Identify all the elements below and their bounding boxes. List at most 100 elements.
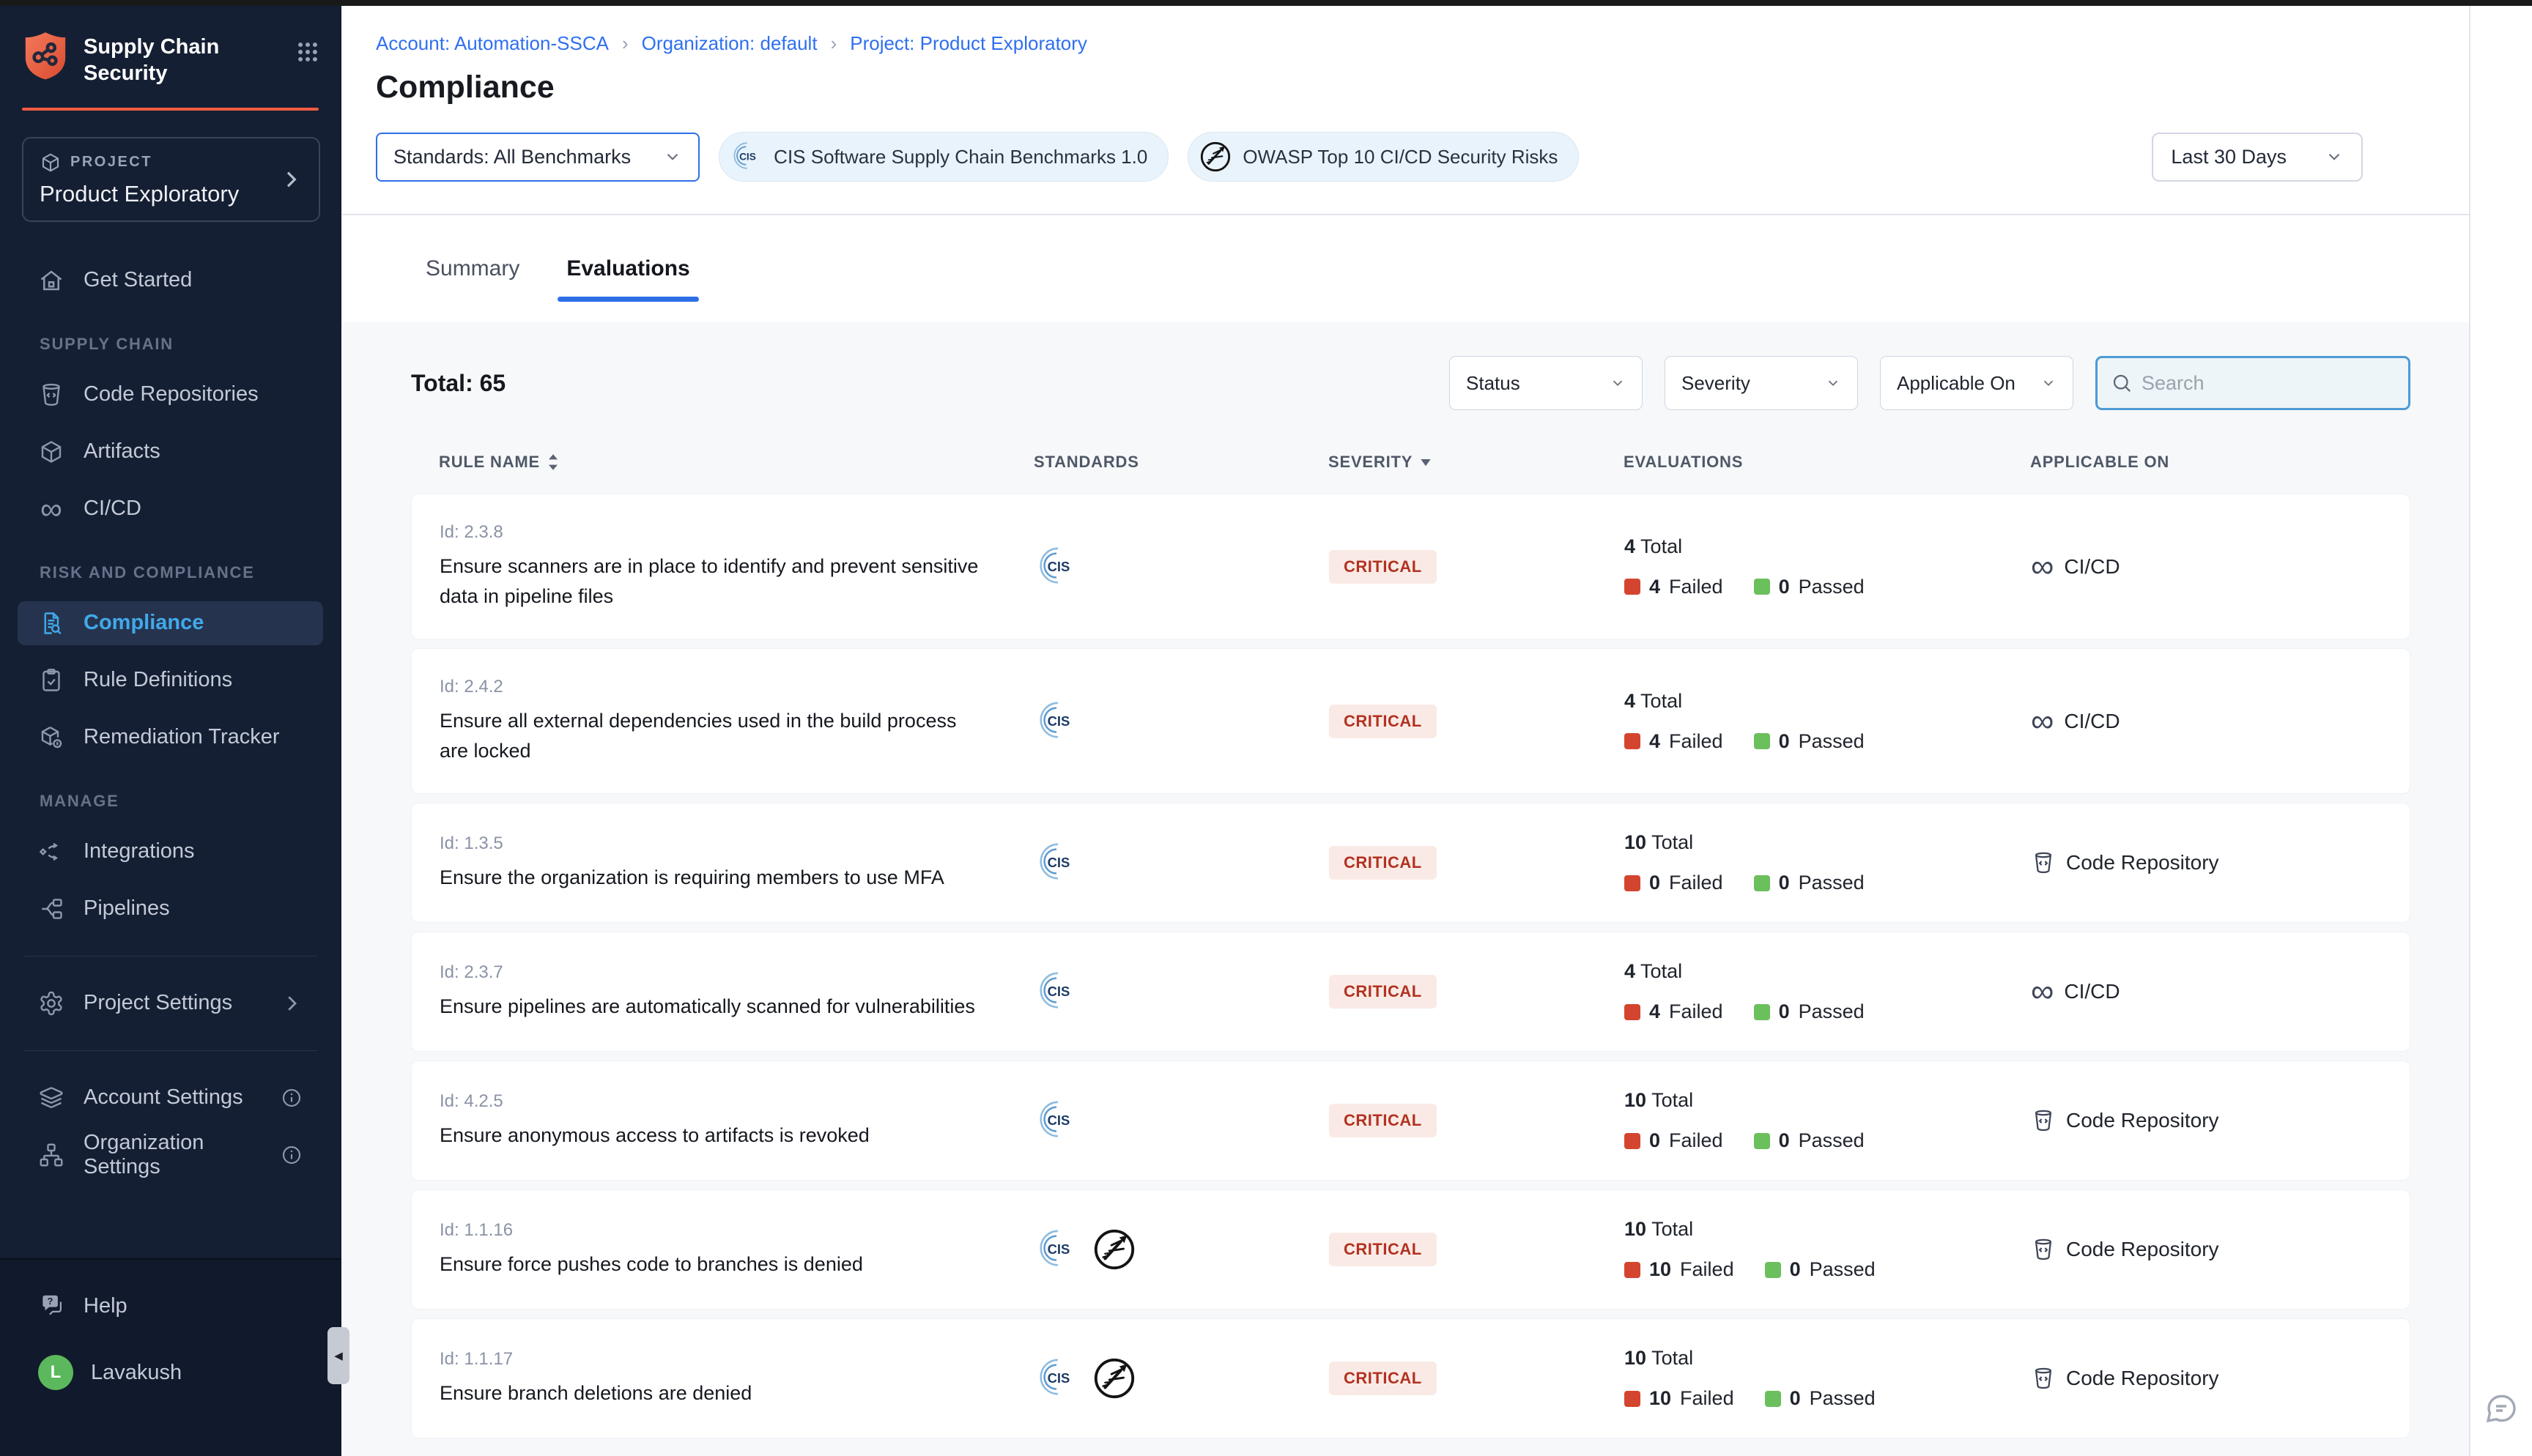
sidebar-item-get-started[interactable]: Get Started	[18, 259, 323, 302]
passed-indicator-icon	[1765, 1262, 1781, 1278]
table-row[interactable]: Id: 4.2.5 Ensure anonymous access to art…	[411, 1061, 2410, 1181]
main-content: Account: Automation-SSCA › Organization:…	[342, 6, 2469, 1456]
chevron-down-icon	[2040, 375, 2057, 391]
rule-name-cell: Id: 1.1.16 Ensure force pushes code to b…	[440, 1220, 1034, 1279]
sidebar-footer: ? Help L Lavakush	[0, 1258, 341, 1456]
sidebar-item-integrations[interactable]: Integrations	[18, 830, 323, 874]
date-range-dropdown[interactable]: Last 30 Days	[2152, 133, 2363, 182]
severity-badge: CRITICAL	[1329, 1362, 1437, 1395]
apps-grid-icon[interactable]	[295, 31, 320, 64]
total-count: Total: 65	[411, 370, 506, 397]
code-repository-icon	[2031, 1237, 2056, 1262]
eval-failed-count: 4	[1649, 576, 1660, 598]
help-button[interactable]: ? Help	[38, 1292, 303, 1320]
cis-logo-icon: CIS	[730, 140, 763, 174]
svg-text:CIS: CIS	[1048, 855, 1070, 870]
failed-indicator-icon	[1624, 1004, 1640, 1020]
sidebar-item-artifacts[interactable]: Artifacts	[18, 430, 323, 474]
search-input[interactable]	[2142, 372, 2395, 395]
tab-evaluations[interactable]: Evaluations	[566, 215, 689, 322]
sidebar-item-pipelines[interactable]: Pipelines	[18, 887, 323, 931]
support-chat-icon[interactable]	[2484, 1389, 2519, 1424]
eval-passed-count: 0	[1779, 1000, 1790, 1023]
sidebar-item-project-settings[interactable]: Project Settings	[18, 981, 323, 1025]
breadcrumb-account-link[interactable]: Account: Automation-SSCA	[376, 32, 609, 55]
info-icon[interactable]	[281, 1087, 303, 1109]
sidebar-item-cicd[interactable]: ∞ CI/CD	[18, 487, 323, 531]
applicable-on-filter-dropdown[interactable]: Applicable On	[1880, 356, 2073, 410]
sidebar-item-organization-settings[interactable]: Organization Settings	[18, 1133, 323, 1177]
eval-failed-count: 4	[1649, 1000, 1660, 1023]
table-row[interactable]: Id: 1.3.5 Ensure the organization is req…	[411, 803, 2410, 923]
section-header-risk-compliance: RISK AND COMPLIANCE	[40, 563, 323, 582]
column-header-severity[interactable]: SEVERITY	[1328, 453, 1624, 472]
tab-summary[interactable]: Summary	[426, 215, 519, 322]
standards-dropdown[interactable]: Standards: All Benchmarks	[376, 133, 700, 182]
code-repository-icon	[2031, 1108, 2056, 1133]
table-row[interactable]: Id: 2.3.8 Ensure scanners are in place t…	[411, 494, 2410, 639]
rule-name: Ensure force pushes code to branches is …	[440, 1249, 985, 1279]
sort-desc-icon[interactable]	[1420, 458, 1432, 467]
eval-total-count: 4	[1624, 960, 1635, 982]
column-header-evaluations: EVALUATIONS	[1624, 453, 2030, 472]
applicable-on-label: Code Repository	[2066, 851, 2219, 874]
package-icon	[40, 152, 62, 174]
applicable-on-cell: ∞ CI/CD	[2031, 551, 2410, 583]
code-repository-icon	[2031, 850, 2056, 875]
owasp-standard-icon	[1092, 1356, 1137, 1401]
search-icon	[2111, 372, 2133, 394]
breadcrumb-project-link[interactable]: Project: Product Exploratory	[850, 32, 1087, 55]
tabs: Summary Evaluations	[342, 215, 2469, 322]
passed-indicator-icon	[1754, 733, 1770, 749]
passed-indicator-icon	[1754, 579, 1770, 595]
rule-name-cell: Id: 4.2.5 Ensure anonymous access to art…	[440, 1091, 1034, 1151]
svg-text:?: ?	[48, 1296, 53, 1307]
sort-both-icon[interactable]	[547, 453, 559, 471]
section-header-manage: MANAGE	[40, 792, 323, 811]
evaluations-cell: 10 Total 0 Failed 0 Passed	[1624, 1089, 2031, 1152]
eval-total-count: 4	[1624, 690, 1635, 712]
table-row[interactable]: Id: 2.4.2 Ensure all external dependenci…	[411, 648, 2410, 794]
cis-standard-icon: CIS	[1034, 544, 1080, 590]
sidebar-divider	[23, 1050, 317, 1051]
rule-name-cell: Id: 2.3.7 Ensure pipelines are automatic…	[440, 962, 1034, 1022]
rule-name: Ensure anonymous access to artifacts is …	[440, 1121, 985, 1151]
sidebar-collapse-handle[interactable]: ◀	[327, 1327, 349, 1384]
status-filter-dropdown[interactable]: Status	[1449, 356, 1643, 410]
chevron-right-icon	[281, 992, 303, 1014]
eval-total-count: 10	[1624, 1347, 1646, 1369]
rule-name: Ensure scanners are in place to identify…	[440, 551, 985, 611]
project-switcher[interactable]: PROJECT Product Exploratory	[22, 137, 320, 222]
severity-filter-dropdown[interactable]: Severity	[1665, 356, 1858, 410]
sidebar-item-compliance[interactable]: Compliance	[18, 601, 323, 645]
svg-text:CIS: CIS	[1048, 1241, 1070, 1257]
cis-benchmark-chip[interactable]: CIS CIS Software Supply Chain Benchmarks…	[719, 132, 1169, 182]
applicable-on-label: CI/CD	[2064, 555, 2120, 579]
table-row[interactable]: Id: 1.1.17 Ensure branch deletions are d…	[411, 1318, 2410, 1438]
sidebar-item-code-repositories[interactable]: Code Repositories	[18, 373, 323, 417]
sidebar-item-account-settings[interactable]: Account Settings	[18, 1076, 323, 1120]
search-box[interactable]	[2095, 356, 2410, 410]
rule-id: Id: 2.3.8	[440, 522, 1034, 543]
user-menu[interactable]: L Lavakush	[38, 1355, 303, 1390]
evaluations-cell: 10 Total 10 Failed 0 Passed	[1624, 1218, 2031, 1281]
svg-text:CIS: CIS	[1048, 1370, 1070, 1386]
sidebar-item-rule-definitions[interactable]: Rule Definitions	[18, 658, 323, 702]
app-logo-row: Supply Chain Security	[0, 6, 341, 87]
table-row[interactable]: Id: 2.3.7 Ensure pipelines are automatic…	[411, 932, 2410, 1052]
cis-standard-icon: CIS	[1034, 1098, 1080, 1143]
info-icon[interactable]	[281, 1144, 303, 1166]
failed-indicator-icon	[1624, 579, 1640, 595]
cicd-icon: ∞	[2031, 976, 2054, 1008]
failed-indicator-icon	[1624, 1133, 1640, 1149]
breadcrumb-organization-link[interactable]: Organization: default	[642, 32, 818, 55]
severity-badge: CRITICAL	[1329, 1233, 1437, 1266]
pipelines-icon	[38, 896, 64, 922]
eval-failed-count: 0	[1649, 1129, 1660, 1152]
standards-cell: CIS	[1034, 840, 1329, 885]
sidebar-item-remediation-tracker[interactable]: Remediation Tracker	[18, 716, 323, 759]
column-header-rule-name[interactable]: RULE NAME	[439, 453, 1034, 472]
table-row[interactable]: Id: 1.1.16 Ensure force pushes code to b…	[411, 1189, 2410, 1310]
owasp-chip[interactable]: OWASP Top 10 CI/CD Security Risks	[1188, 132, 1579, 182]
standards-filter-row: Standards: All Benchmarks CIS CIS Softwa…	[376, 132, 2363, 214]
